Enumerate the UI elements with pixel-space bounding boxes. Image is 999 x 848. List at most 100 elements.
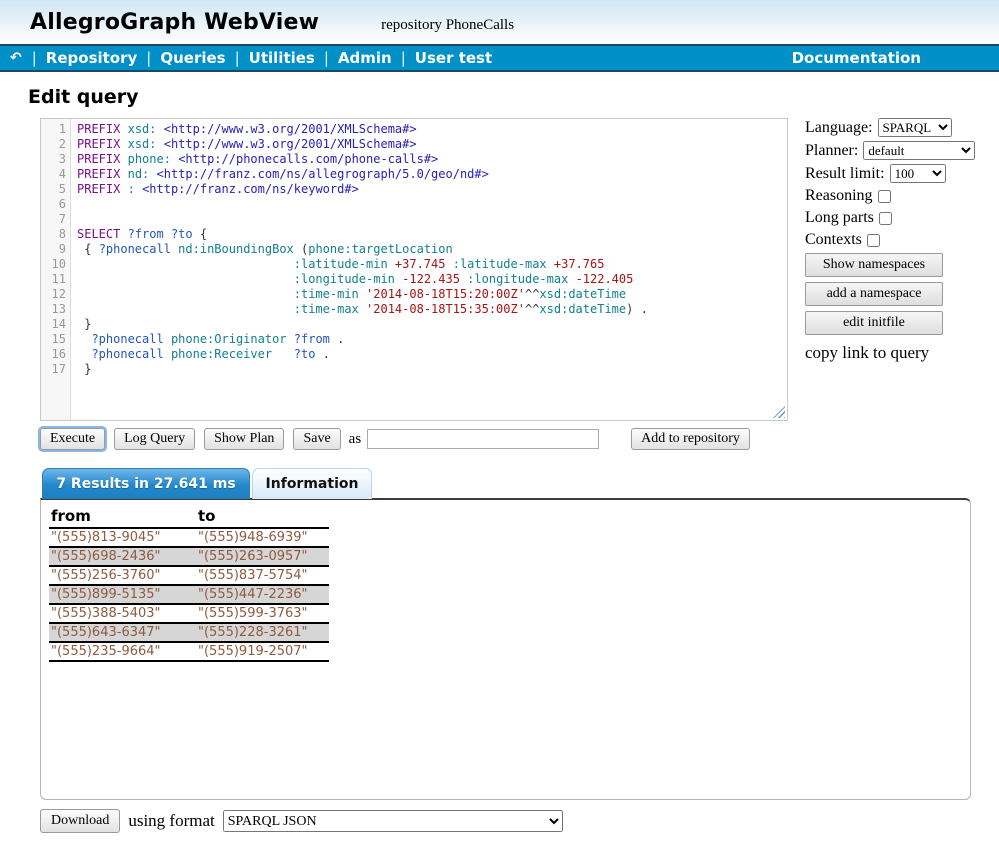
nav-separator: |	[32, 49, 37, 67]
show-plan-button[interactable]: Show Plan	[204, 428, 284, 450]
line-number: 12	[41, 287, 66, 302]
nav-separator: |	[401, 49, 406, 67]
format-label: using format	[128, 811, 214, 831]
code-line: PREFIX nd: <http://franz.com/ns/allegrog…	[77, 167, 648, 182]
result-row: "(555)256-3760""(555)837-5754"	[49, 566, 329, 585]
tab-results[interactable]: 7 Results in 27.641 ms	[42, 468, 250, 499]
resize-grip-icon[interactable]	[773, 406, 785, 418]
code-line: :longitude-min -122.435 :longitude-max -…	[77, 272, 648, 287]
nav-item-admin[interactable]: Admin	[338, 49, 392, 67]
query-editor[interactable]: 1234567891011121314151617 PREFIX xsd: <h…	[40, 118, 788, 421]
code-line: PREFIX xsd: <http://www.w3.org/2001/XMLS…	[77, 137, 648, 152]
code-line: ?phonecall phone:Originator ?from .	[77, 332, 648, 347]
long-parts-label: Long parts	[805, 209, 874, 227]
code-line: { ?phonecall nd:inBoundingBox (phone:tar…	[77, 242, 648, 257]
planner-select[interactable]: default	[863, 141, 975, 160]
line-number: 16	[41, 347, 66, 362]
add-a-namespace-button[interactable]: add a namespace	[805, 282, 943, 306]
editor-row: 1234567891011121314151617 PREFIX xsd: <h…	[40, 118, 999, 421]
back-icon[interactable]: ↶	[10, 50, 22, 66]
result-row: "(555)899-5135""(555)447-2236"	[49, 585, 329, 604]
code-line: PREFIX phone: <http://phonecalls.com/pho…	[77, 152, 648, 167]
result-cell: "(555)388-5403"	[49, 604, 196, 623]
code-line: PREFIX xsd: <http://www.w3.org/2001/XMLS…	[77, 122, 648, 137]
result-row: "(555)643-6347""(555)228-3261"	[49, 623, 329, 642]
result-cell: "(555)813-9045"	[49, 528, 196, 547]
result-row: "(555)388-5403""(555)599-3763"	[49, 604, 329, 623]
line-number: 14	[41, 317, 66, 332]
line-number: 10	[41, 257, 66, 272]
line-number: 4	[41, 167, 66, 182]
line-number: 1	[41, 122, 66, 137]
nav-item-documentation[interactable]: Documentation	[792, 49, 921, 67]
results-panel: fromto "(555)813-9045""(555)948-6939""(5…	[40, 498, 971, 800]
add-to-repository-button[interactable]: Add to repository	[631, 428, 750, 450]
results-tabs: 7 Results in 27.641 ms Information	[42, 468, 999, 499]
page-title: Edit query	[28, 86, 999, 108]
result-cell: "(555)447-2236"	[196, 585, 329, 604]
line-number: 13	[41, 302, 66, 317]
code-line: ?phonecall phone:Receiver ?to .	[77, 347, 648, 362]
result-cell: "(555)235-9664"	[49, 642, 196, 661]
show-namespaces-button[interactable]: Show namespaces	[805, 253, 943, 277]
nav-separator: |	[324, 49, 329, 67]
execute-button[interactable]: Execute	[40, 428, 105, 450]
code-line: :latitude-min +37.745 :latitude-max +37.…	[77, 257, 648, 272]
column-header-to: to	[196, 506, 329, 528]
reasoning-label: Reasoning	[805, 187, 873, 205]
result-cell: "(555)228-3261"	[196, 623, 329, 642]
result-cell: "(555)263-0957"	[196, 547, 329, 566]
save-name-input[interactable]	[367, 429, 599, 449]
tab-information[interactable]: Information	[252, 468, 372, 499]
result-cell: "(555)256-3760"	[49, 566, 196, 585]
line-number: 7	[41, 212, 66, 227]
contexts-checkbox[interactable]	[867, 234, 880, 247]
nav-items: Repository | Queries | Utilities | Admin | User …	[46, 49, 492, 67]
format-select[interactable]: SPARQL JSON	[223, 810, 563, 832]
line-number: 2	[41, 137, 66, 152]
result-limit-select[interactable]: 100	[890, 164, 946, 183]
results-table: fromto "(555)813-9045""(555)948-6939""(5…	[49, 506, 329, 662]
result-cell: "(555)899-5135"	[49, 585, 196, 604]
log-query-button[interactable]: Log Query	[114, 428, 195, 450]
app-title: AllegroGraph WebView	[30, 10, 319, 35]
main-nav: ↶ | Repository | Queries | Utilities | Admin | U…	[0, 44, 999, 72]
save-button[interactable]: Save	[293, 428, 340, 450]
nav-item-utilities[interactable]: Utilities	[249, 49, 315, 67]
query-options-panel: Language: SPARQL Planner: default Result…	[805, 118, 997, 421]
nav-item-queries[interactable]: Queries	[160, 49, 225, 67]
result-row: "(555)235-9664""(555)919-2507"	[49, 642, 329, 661]
code-line: }	[77, 317, 648, 332]
editor-code[interactable]: PREFIX xsd: <http://www.w3.org/2001/XMLS…	[71, 119, 648, 420]
code-line	[77, 197, 648, 212]
edit-initfile-button[interactable]: edit initfile	[805, 311, 943, 335]
repository-label: repository PhoneCalls	[381, 17, 514, 34]
line-number: 3	[41, 152, 66, 167]
line-number: 8	[41, 227, 66, 242]
result-limit-label: Result limit:	[805, 165, 885, 183]
reasoning-checkbox[interactable]	[878, 190, 891, 203]
nav-item-repository[interactable]: Repository	[46, 49, 138, 67]
line-number: 15	[41, 332, 66, 347]
editor-line-numbers: 1234567891011121314151617	[41, 119, 71, 420]
code-line: }	[77, 362, 648, 377]
nav-item-user-test[interactable]: User test	[415, 49, 492, 67]
option-checkboxes: Reasoning Long parts Contexts	[805, 187, 997, 249]
result-cell: "(555)948-6939"	[196, 528, 329, 547]
nav-separator: |	[235, 49, 240, 67]
results-header-row: fromto	[49, 506, 329, 528]
result-row: "(555)813-9045""(555)948-6939"	[49, 528, 329, 547]
code-line: PREFIX : <http://franz.com/ns/keyword#>	[77, 182, 648, 197]
long-parts-checkbox[interactable]	[879, 212, 892, 225]
nav-separator: |	[146, 49, 151, 67]
language-select[interactable]: SPARQL	[878, 118, 952, 137]
download-button[interactable]: Download	[40, 809, 120, 833]
language-label: Language:	[805, 119, 873, 137]
contexts-label: Contexts	[805, 231, 862, 249]
result-cell: "(555)643-6347"	[49, 623, 196, 642]
result-cell: "(555)599-3763"	[196, 604, 329, 623]
result-cell: "(555)837-5754"	[196, 566, 329, 585]
line-number: 6	[41, 197, 66, 212]
line-number: 9	[41, 242, 66, 257]
copy-link-to-query[interactable]: copy link to query	[805, 343, 929, 363]
